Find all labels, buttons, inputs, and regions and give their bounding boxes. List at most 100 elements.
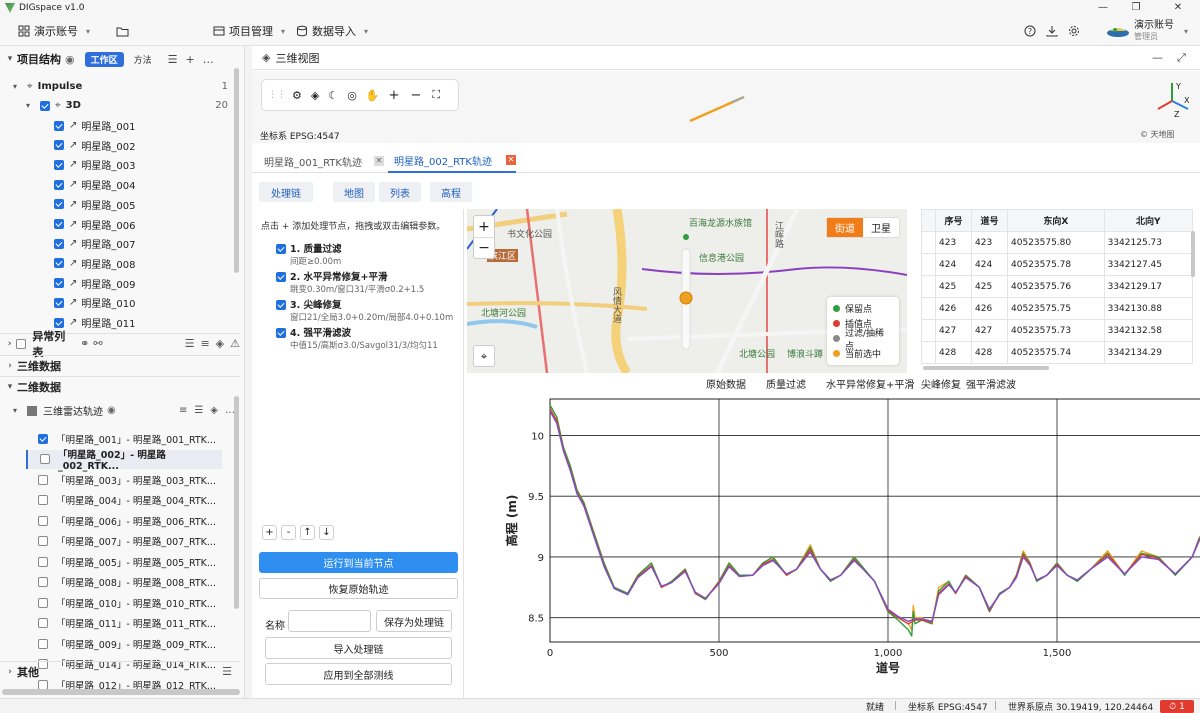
zoom-out-icon[interactable]: −: [410, 88, 421, 103]
table-row[interactable]: 427 427 40523575.73 3342132.58: [921, 319, 1194, 342]
chain-node-checkbox[interactable]: [276, 272, 286, 282]
move-down-button[interactable]: ↓: [319, 525, 334, 540]
road-checkbox[interactable]: [54, 140, 64, 151]
table-vscrollbar[interactable]: [1191, 231, 1195, 277]
track-checkbox[interactable]: [38, 597, 48, 608]
track-checkbox[interactable]: [38, 495, 48, 505]
track-item[interactable]: 「明星路_002」- 明星路_002_RTK...: [26, 449, 222, 472]
hand-icon[interactable]: ✋: [366, 89, 380, 102]
track-item[interactable]: 「明星路_003」- 明星路_003_RTK...: [26, 470, 222, 489]
remove-node-button[interactable]: -: [281, 525, 296, 540]
warning-icon[interactable]: ⚠: [230, 337, 240, 350]
two-d-data-header[interactable]: ▾ 二维数据: [0, 376, 240, 396]
tree-item-road[interactable]: ↗ 明星路_003: [54, 155, 224, 174]
road-checkbox[interactable]: [54, 219, 64, 229]
move-up-button[interactable]: ↑: [300, 525, 315, 540]
tab-list[interactable]: 列表: [379, 182, 421, 202]
track-checkbox[interactable]: [38, 618, 48, 628]
chain-node-checkbox[interactable]: [276, 300, 286, 310]
camera-icon[interactable]: ◎: [347, 89, 357, 102]
moon-icon[interactable]: ☾: [328, 89, 338, 102]
road-checkbox[interactable]: [54, 297, 64, 308]
tune-icon[interactable]: ≡: [200, 337, 209, 350]
track-item[interactable]: 「明星路_010」- 明星路_010_RTK...: [26, 593, 222, 612]
doc-tab-001[interactable]: 明星路_001_RTK轨迹 ✕: [256, 149, 384, 173]
chain-node[interactable]: 2. 水平异常修复+平滑 跳变0.30m/窗口31/平滑σ0.2+1.5: [276, 269, 462, 295]
chain-node[interactable]: 3. 尖峰修复 窗口21/全局3.0+0.20m/局部4.0+0.10m: [276, 297, 462, 323]
eye-icon[interactable]: ◉: [107, 405, 116, 416]
download-button[interactable]: [1046, 16, 1058, 46]
zoom-out-button[interactable]: −: [474, 238, 494, 259]
table-header-cell[interactable]: 北向Y: [1103, 209, 1194, 232]
project-tree-scrollbar[interactable]: [234, 68, 239, 273]
table-header-cell[interactable]: 东向X: [1007, 209, 1105, 232]
tab-method[interactable]: 方法: [128, 52, 158, 67]
data-import-menu[interactable]: 数据导入 ▾: [296, 16, 368, 46]
sliders-icon[interactable]: ☰: [194, 405, 203, 416]
table-row[interactable]: 425 425 40523575.76 3342129.17: [921, 275, 1194, 298]
close-icon[interactable]: ✕: [374, 156, 384, 166]
track-checkbox[interactable]: [38, 638, 48, 649]
table-row[interactable]: 426 426 40523575.75 3342130.88: [921, 297, 1194, 320]
more-icon[interactable]: …: [203, 53, 214, 66]
road-checkbox[interactable]: [54, 199, 64, 210]
tree-item-road[interactable]: ↗ 明星路_008: [54, 254, 224, 273]
folder-3d-checkbox[interactable]: [40, 100, 50, 111]
elevation-chart[interactable]: 05001,0001,5002,0008.599.510道号高程 (m)原始数据…: [466, 375, 1200, 698]
minimize-button[interactable]: —: [1089, 0, 1117, 16]
track-list-scrollbar[interactable]: [234, 396, 239, 609]
track-item[interactable]: 「明星路_005」- 明星路_005_RTK...: [26, 552, 222, 571]
tree-item-road[interactable]: ↗ 明星路_002: [54, 136, 224, 155]
help-button[interactable]: ?: [1024, 16, 1036, 46]
anomaly-list-header[interactable]: › 异常列表 ⚭ ⚯ ☰ ≡ ◈ ⚠: [0, 330, 240, 359]
link-icon[interactable]: ⚭: [80, 337, 89, 350]
track-checkbox[interactable]: [40, 454, 50, 464]
track-checkbox[interactable]: [38, 515, 48, 526]
track-item[interactable]: 「明星路_008」- 明星路_008_RTK...: [26, 573, 222, 592]
three-d-data-header[interactable]: › 三维数据: [0, 355, 240, 375]
track-item[interactable]: 「明星路_009」- 明星路_009_RTK...: [26, 634, 222, 653]
street-tab[interactable]: 街道: [827, 218, 863, 237]
filter-icon[interactable]: ☰: [185, 337, 195, 350]
tree-item-road[interactable]: ↗ 明星路_011: [54, 313, 224, 332]
track-item[interactable]: 「明星路_011」- 明星路_011_RTK...: [26, 614, 222, 633]
minimize-panel-icon[interactable]: —: [1152, 51, 1163, 64]
track-checkbox[interactable]: [38, 679, 48, 690]
axis-gizmo-icon[interactable]: Y X Z: [1150, 79, 1194, 119]
track-checkbox[interactable]: [38, 536, 48, 546]
filter-icon[interactable]: ☰: [168, 53, 178, 66]
tab-elevation[interactable]: 高程: [430, 182, 472, 202]
chain-node-checkbox[interactable]: [276, 244, 286, 254]
table-row[interactable]: 424 424 40523575.78 3342127.45: [921, 253, 1194, 276]
track-checkbox[interactable]: [38, 474, 48, 485]
road-checkbox[interactable]: [54, 179, 64, 190]
restore-track-button[interactable]: 恢复原始轨迹: [259, 578, 458, 599]
tree-item-road[interactable]: ↗ 明星路_007: [54, 234, 224, 253]
close-icon[interactable]: ✕: [506, 155, 516, 165]
close-window-button[interactable]: ✕: [1164, 0, 1192, 16]
settings-button[interactable]: [1068, 16, 1080, 46]
map-view[interactable]: 百海龙源水族馆 信息港公园 北塘河公园 北塘公园 博浪斗蹲 滨江区 书文化公园 …: [467, 209, 907, 373]
sliders-icon[interactable]: ⚯: [93, 337, 102, 350]
road-checkbox[interactable]: [54, 278, 64, 289]
track-item[interactable]: 「明星路_006」- 明星路_006_RTK...: [26, 511, 222, 530]
apply-all-button[interactable]: 应用到全部测线: [265, 663, 452, 685]
table-header-cell[interactable]: 道号: [971, 209, 1008, 232]
tree-folder-3d[interactable]: ▾ ⌖ 3D 20: [26, 96, 228, 115]
add-node-button[interactable]: +: [262, 525, 277, 540]
road-checkbox[interactable]: [54, 159, 64, 170]
folder-menu[interactable]: [116, 16, 129, 46]
left-panel-hscrollbar[interactable]: [2, 689, 240, 695]
tree-item-road[interactable]: ↗ 明星路_004: [54, 175, 224, 194]
tree-item-road[interactable]: ↗ 明星路_001: [54, 116, 224, 135]
tree-item-road[interactable]: ↗ 明星路_010: [54, 293, 224, 312]
user-menu[interactable]: 演示账号 管理员 ▾: [1106, 16, 1188, 46]
track-item[interactable]: 「明星路_001」- 明星路_001_RTK...: [26, 429, 222, 448]
locate-button[interactable]: ⌖: [473, 345, 495, 367]
tree-item-road[interactable]: ↗ 明星路_005: [54, 195, 224, 214]
project-mgmt-menu[interactable]: 项目管理 ▾: [213, 16, 285, 46]
maximize-button[interactable]: ❐: [1122, 0, 1150, 16]
chain-node-checkbox[interactable]: [276, 328, 286, 338]
tune-icon[interactable]: ≡: [179, 405, 187, 416]
track-checkbox[interactable]: [38, 556, 48, 567]
